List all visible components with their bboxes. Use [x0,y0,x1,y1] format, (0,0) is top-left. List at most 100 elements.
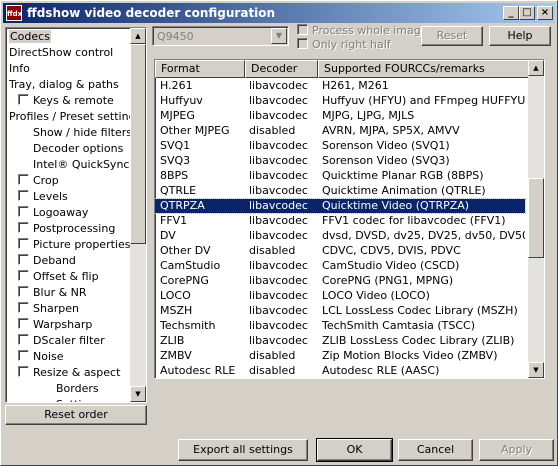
help-button[interactable]: Help [489,26,551,46]
process-whole-image-option[interactable]: Process whole image [297,24,428,38]
table-row[interactable]: ZMBV disabled Zip Motion Blocks Video (ZMB… [155,349,525,363]
tree-item-checkbox[interactable] [18,270,29,281]
tree-item-checkbox[interactable] [18,334,29,345]
tree-item[interactable]: Settings [56,397,101,402]
tree-item-checkbox[interactable] [18,222,29,233]
list-scroll-down-icon[interactable]: ▼ [528,362,544,378]
tree-item[interactable]: Tray, dialog & paths [9,77,119,93]
tree-item[interactable]: Codecs [9,29,51,45]
tree-item[interactable]: Logoaway [18,205,88,221]
cell-decoder[interactable]: libavcodec [249,214,319,228]
cell-decoder[interactable]: libavcodec [249,274,319,288]
table-row[interactable]: DV libavcodec dvsd, DVSD, dv25, DV25, dv50… [155,229,525,243]
cell-decoder[interactable]: disabled [249,349,319,363]
only-right-half-checkbox[interactable] [297,38,308,49]
codec-select[interactable]: Q9450 ▼ [152,26,289,46]
cell-decoder[interactable]: disabled [249,244,319,258]
apply-button[interactable]: Apply [479,439,554,461]
maximize-button[interactable]: □ [519,6,535,20]
cell-decoder[interactable]: disabled [249,364,319,378]
tree-item[interactable]: Resize & aspect [18,365,120,381]
tree-item[interactable]: Warpsharp [18,317,92,333]
close-button[interactable]: × [537,6,553,20]
cell-decoder[interactable]: libavcodec [249,79,319,93]
table-row[interactable]: H.261 libavcodec H261, M261 [155,79,525,93]
table-row[interactable]: FFV1 libavcodec FFV1 codec for libavcodec … [155,214,525,228]
tree-item[interactable]: Levels [18,189,68,205]
ok-button[interactable]: OK [316,438,393,462]
reset-order-button[interactable]: Reset order [5,405,147,425]
cell-decoder[interactable]: disabled [249,124,319,138]
minimize-button[interactable]: _ [503,6,519,20]
tree-item-checkbox[interactable] [18,190,29,201]
table-row[interactable]: CorePNG libavcodec CorePNG (PNG1, MPNG) [155,274,525,288]
codec-list[interactable]: Format Decoder Supported FOURCCs/remarks… [154,59,545,379]
tree-item-checkbox[interactable] [18,350,29,361]
chevron-down-icon[interactable]: ▼ [271,28,287,44]
tree-item[interactable]: DScaler filter [18,333,105,349]
table-row[interactable]: CamStudio libavcodec CamStudio Video (CSCD… [155,259,525,273]
table-row[interactable]: MJPEG libavcodec MJPG, LJPG, MJLS [155,109,525,123]
cancel-button[interactable]: Cancel [398,439,473,461]
table-row[interactable]: Autodesc RLE disabled Autodesc RLE (AASC) [155,364,525,378]
tree-item[interactable]: Postprocessing [18,221,115,237]
cell-decoder[interactable]: libavcodec [249,334,319,348]
table-row[interactable]: Other MJPEG disabled AVRN, MJPA, SP5X, AMV… [155,124,525,138]
cell-decoder[interactable]: libavcodec [249,199,319,213]
only-right-half-option[interactable]: Only right half [297,38,391,52]
list-scrollbar[interactable]: ▲ ▼ [528,60,544,378]
cell-decoder[interactable]: libavcodec [249,109,319,123]
reset-button[interactable]: Reset [421,26,483,46]
cell-decoder[interactable]: libavcodec [249,184,319,198]
list-scroll-thumb[interactable] [528,178,544,258]
cell-decoder[interactable]: libavcodec [249,139,319,153]
scroll-up-icon[interactable]: ▲ [130,28,146,44]
column-header-fourccs[interactable]: Supported FOURCCs/remarks [318,60,530,78]
cell-decoder[interactable]: libavcodec [249,169,319,183]
scroll-thumb[interactable] [130,44,146,244]
tree-item[interactable]: Show / hide filters [33,125,132,141]
tree-item[interactable]: Crop [18,173,59,189]
cell-decoder[interactable]: libavcodec [249,259,319,273]
table-row[interactable]: QTRLE libavcodec Quicktime Animation (QTRL… [155,184,525,198]
tree-item-checkbox[interactable] [18,366,29,377]
tree-item[interactable]: Keys & remote [18,93,114,109]
tree-item[interactable]: Intel® QuickSync [33,157,129,173]
tree-item[interactable]: Sharpen [18,301,79,317]
column-header-format[interactable]: Format [155,60,245,78]
cell-decoder[interactable]: libavcodec [249,304,319,318]
tree-item[interactable]: Offset & flip [18,269,99,285]
cell-decoder[interactable]: libavcodec [249,94,319,108]
tree-item-checkbox[interactable] [18,286,29,297]
table-row[interactable]: ZLIB libavcodec ZLIB LossLess Codec Librar… [155,334,525,348]
process-whole-image-checkbox[interactable] [297,24,308,35]
tree-item-checkbox[interactable] [18,206,29,217]
tree-item[interactable]: Profiles / Preset settings [9,109,141,125]
tree-item[interactable]: Decoder options [33,141,123,157]
table-row[interactable]: LOCO libavcodec LOCO Video (LOCO) [155,289,525,303]
cell-decoder[interactable]: libavcodec [249,229,319,243]
table-row[interactable]: MSZH libavcodec LCL LossLess Codec Library… [155,304,525,318]
tree-scrollbar[interactable]: ▲ ▼ [130,28,146,402]
tree-item[interactable]: DirectShow control [9,45,113,61]
tree-item[interactable]: Info [9,61,30,77]
cell-decoder[interactable]: libavcodec [249,154,319,168]
tree-item-checkbox[interactable] [18,174,29,185]
table-row[interactable]: Other DV disabled CDVC, CDV5, DVIS, PDVC [155,244,525,258]
table-row[interactable]: 8BPS libavcodec Quicktime Planar RGB (8BPS… [155,169,525,183]
tree-item-checkbox[interactable] [18,318,29,329]
tree-item-checkbox[interactable] [18,254,29,265]
cell-decoder[interactable]: libavcodec [249,319,319,333]
tree-item-checkbox[interactable] [18,94,29,105]
table-row[interactable]: Huffyuv libavcodec Huffyuv (HFYU) and FFmp… [155,94,525,108]
export-all-settings-button[interactable]: Export all settings [178,439,308,461]
tree-item[interactable]: Noise [18,349,64,365]
scroll-down-icon[interactable]: ▼ [130,386,146,402]
tree-item[interactable]: Borders [56,381,99,397]
tree-item[interactable]: Blur & NR [18,285,87,301]
tree-item[interactable]: Deband [18,253,76,269]
list-scroll-up-icon[interactable]: ▲ [528,60,544,76]
cell-decoder[interactable]: libavcodec [249,289,319,303]
tree-item[interactable]: Picture properties [18,237,130,253]
app-logo-icon[interactable]: ffdx [6,5,22,21]
